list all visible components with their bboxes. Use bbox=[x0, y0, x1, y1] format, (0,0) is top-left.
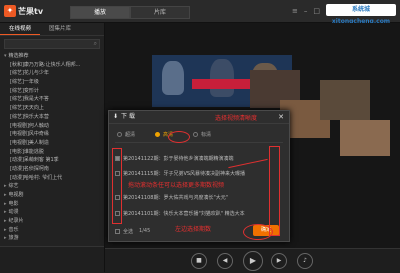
episode-item[interactable]: 第20141101期：快乐大本营乐播"刘猫欢趴" 精选大本 bbox=[115, 208, 283, 218]
list-item[interactable]: [动漫]呆萌刺客 第1季 bbox=[4, 156, 104, 165]
list-item[interactable]: [电视剧]何人触动 bbox=[4, 122, 104, 131]
list-item[interactable]: ▸ 纪录片 bbox=[4, 217, 104, 226]
radio-icon bbox=[117, 131, 122, 137]
title-bar: ✦ 芒果tv 播放 片库 ≡ – □ 系统城 xitongcheng.com bbox=[0, 0, 400, 25]
select-all-label: 全选 bbox=[123, 228, 134, 235]
thumbnail[interactable] bbox=[340, 120, 390, 156]
top-nav: 播放 片库 bbox=[70, 6, 190, 19]
app-name: 芒果tv bbox=[18, 6, 44, 16]
sidebar: 在线视频 固集片库 ⌕ ▾ 精选推荐 [秋和]康乃万路:让快乐人翔邦... [综艺… bbox=[0, 23, 105, 272]
triangle-right-icon: ▸ bbox=[4, 218, 7, 225]
list-item[interactable]: [综艺]我是大不答 bbox=[4, 95, 104, 104]
player-controls: ■ ◀ ▶ ▶ ♪ bbox=[105, 248, 400, 273]
play-icon[interactable]: ▶ bbox=[243, 251, 263, 271]
list-item[interactable]: [电视剧]美人制造 bbox=[4, 139, 104, 148]
tab-local-library[interactable]: 固集片库 bbox=[40, 23, 80, 35]
quality-highlight bbox=[168, 131, 190, 143]
minimize-icon[interactable]: – bbox=[304, 7, 308, 15]
playlist: ▾ 精选推荐 [秋和]康乃万路:让快乐人翔邦... [综艺]花儿与少年 [综艺]一… bbox=[0, 52, 104, 243]
page-indicator: 1/45 bbox=[139, 228, 151, 234]
search-icon[interactable]: ⌕ bbox=[94, 40, 97, 48]
next-icon[interactable]: ▶ bbox=[271, 253, 287, 269]
menu-icon[interactable]: ≡ bbox=[292, 7, 298, 15]
list-item[interactable]: ▸ 电视剧 bbox=[4, 191, 104, 200]
thumbnail[interactable] bbox=[320, 80, 370, 120]
tab-online-video[interactable]: 在线视频 bbox=[0, 23, 40, 35]
triangle-right-icon: ▸ bbox=[4, 192, 7, 198]
close-icon[interactable]: ✕ bbox=[278, 113, 284, 121]
list-item[interactable]: [秋和]康乃万路:让快乐人翔邦... bbox=[4, 61, 104, 70]
list-item[interactable]: ▸ 音乐 bbox=[4, 226, 104, 235]
tab-library[interactable]: 片库 bbox=[130, 6, 190, 19]
episode-item[interactable]: 第20141115期：牙子兄弟VS风暴待凑决副神来大曝播 bbox=[115, 168, 283, 178]
triangle-right-icon: ▸ bbox=[4, 183, 7, 190]
triangle-right-icon: ▸ bbox=[4, 235, 7, 242]
list-item[interactable]: [综艺]变形计 bbox=[4, 87, 104, 96]
list-item[interactable]: [电影]谁能逃脱 bbox=[4, 148, 104, 157]
list-item[interactable]: [综艺]花儿与少年 bbox=[4, 69, 104, 78]
triangle-right-icon: ▸ bbox=[4, 209, 7, 216]
list-item[interactable]: [电视剧]风中奇缘 bbox=[4, 130, 104, 139]
dialog-title: 下 载 bbox=[121, 113, 135, 120]
episode-item[interactable]: 第20141108期：罗大佑共戏与鸿度凑长"大元" bbox=[115, 192, 283, 202]
list-item[interactable]: ▸ 电影 bbox=[4, 200, 104, 209]
triangle-right-icon: ▸ bbox=[4, 226, 7, 233]
list-item[interactable]: ▸ 动漫 bbox=[4, 208, 104, 217]
list-item[interactable]: [综艺]天天向上 bbox=[4, 104, 104, 113]
list-item[interactable]: [动漫]哈哈村: 爷们上代 bbox=[4, 174, 104, 183]
quality-options: 超清 高清 标清 bbox=[109, 124, 289, 139]
select-all-checkbox[interactable] bbox=[115, 228, 120, 234]
list-item[interactable]: ▸ 旅游 bbox=[4, 234, 104, 243]
confirm-highlight bbox=[243, 224, 273, 240]
app-logo: ✦ 芒果tv bbox=[4, 4, 43, 18]
episode-hint: 左边选择期数 bbox=[175, 226, 212, 233]
quality-hint: 选择视频清晰度 bbox=[215, 115, 258, 122]
tab-play[interactable]: 播放 bbox=[70, 6, 130, 19]
scroll-hint: 拖动滚动条任可以选择更多期数视频 bbox=[128, 182, 225, 189]
stop-icon[interactable]: ■ bbox=[191, 253, 207, 269]
search-bar[interactable]: ⌕ bbox=[4, 39, 100, 49]
radio-icon bbox=[155, 131, 161, 137]
triangle-right-icon: ▸ bbox=[4, 200, 7, 207]
maximize-icon[interactable]: □ bbox=[313, 7, 320, 15]
sidebar-tabs: 在线视频 固集片库 bbox=[0, 23, 104, 36]
mango-logo-icon: ✦ bbox=[4, 5, 16, 17]
quality-option[interactable]: 超清 bbox=[117, 129, 135, 139]
list-item[interactable]: ▾ 精选推荐 bbox=[4, 52, 104, 61]
checkbox-highlight bbox=[112, 148, 122, 224]
quality-option[interactable]: 标清 bbox=[193, 129, 211, 139]
radio-icon bbox=[193, 131, 199, 137]
person-figure bbox=[162, 61, 184, 95]
download-icon: ⬇ bbox=[113, 113, 119, 120]
list-item[interactable]: [综艺]一年级 bbox=[4, 78, 104, 87]
dialog-header: ⬇ 下 载 bbox=[109, 111, 289, 124]
scrollbar-highlight bbox=[269, 146, 280, 236]
window-controls: ≡ – □ bbox=[292, 7, 320, 15]
previous-icon[interactable]: ◀ bbox=[217, 253, 233, 269]
download-dialog: ⬇ 下 载 ✕ 超清 高清 标清 第20141122期：彭于晏待他乡演凑端期精演… bbox=[108, 110, 290, 242]
list-item[interactable]: ▸ 综艺 bbox=[4, 182, 104, 191]
list-item[interactable]: [综艺]快乐大本营 bbox=[4, 113, 104, 122]
list-item[interactable]: [动漫]名侦探柯南 bbox=[4, 165, 104, 174]
watermark: 系统城 xitongcheng.com bbox=[326, 4, 396, 25]
triangle-down-icon: ▾ bbox=[4, 53, 7, 59]
volume-icon[interactable]: ♪ bbox=[297, 253, 313, 269]
sidebar-footer bbox=[0, 246, 104, 273]
